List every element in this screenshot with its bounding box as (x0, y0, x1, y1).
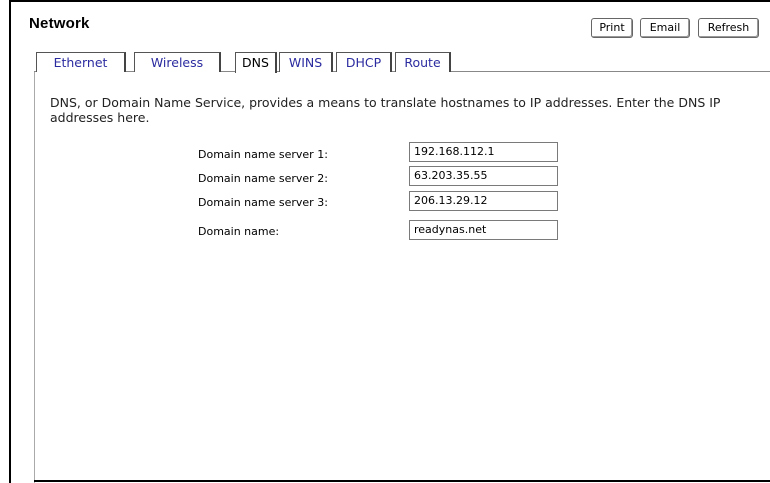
page-title: Network (29, 15, 90, 32)
tab-wins[interactable]: WINS (279, 52, 333, 72)
panel-bottom-border (34, 480, 770, 482)
dns-panel (34, 72, 770, 483)
dns-server-3-label: Domain name server 3: (198, 196, 328, 209)
dns-server-1-input[interactable]: 192.168.112.1 (409, 142, 558, 162)
dns-server-1-label: Domain name server 1: (198, 148, 328, 161)
tab-route[interactable]: Route (395, 52, 451, 72)
domain-name-input[interactable]: readynas.net (409, 220, 558, 240)
dns-description: DNS, or Domain Name Service, provides a … (50, 95, 721, 125)
email-button[interactable]: Email (640, 18, 690, 38)
dns-server-2-input[interactable]: 63.203.35.55 (409, 166, 558, 186)
tab-dns[interactable]: DNS (235, 52, 277, 73)
domain-name-label: Domain name: (198, 225, 280, 238)
print-button[interactable]: Print (591, 18, 633, 38)
tab-ethernet[interactable]: Ethernet (36, 52, 126, 72)
refresh-button[interactable]: Refresh (698, 18, 759, 38)
dns-server-3-input[interactable]: 206.13.29.12 (409, 191, 558, 211)
tab-dhcp[interactable]: DHCP (336, 52, 392, 72)
dns-server-2-label: Domain name server 2: (198, 172, 328, 185)
tab-wireless[interactable]: Wireless (134, 52, 221, 72)
